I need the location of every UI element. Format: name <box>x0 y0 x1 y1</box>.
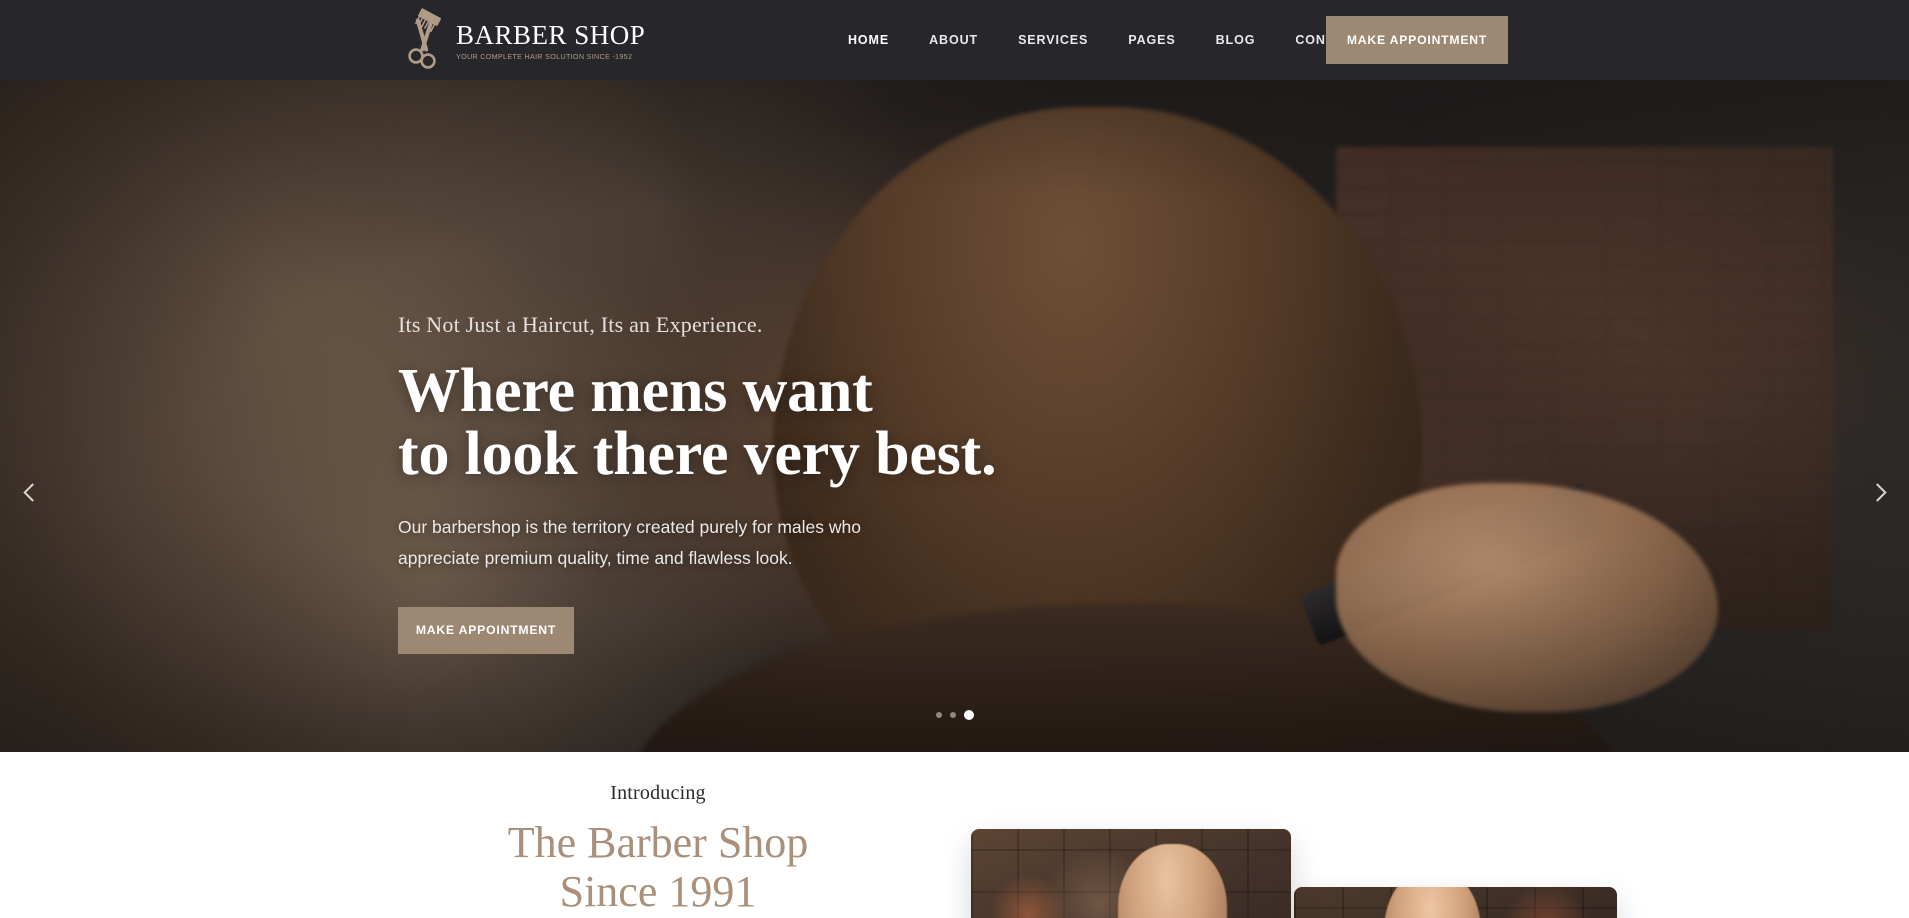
intro-title-line-2: Since 1991 <box>559 867 757 917</box>
page-root: BARBER SHOP YOUR COMPLETE HAIR SOLUTION … <box>0 0 1909 918</box>
comb-scissors-icon <box>398 8 450 70</box>
hero-prev-button[interactable] <box>12 472 52 512</box>
logo-title: BARBER SHOP <box>456 19 646 50</box>
nav-item-home[interactable]: HOME <box>828 33 909 47</box>
logo-tagline: YOUR COMPLETE HAIR SOLUTION SINCE -1952 <box>456 51 633 61</box>
hero-eyebrow: Its Not Just a Haircut, Its an Experienc… <box>398 312 763 337</box>
hero-dot-1[interactable] <box>935 712 942 718</box>
hero-dot-3[interactable] <box>963 710 974 720</box>
intro-section: Introducing The Barber Shop Since 1991 <box>0 752 1909 918</box>
hero-title-line-2: to look there very best. <box>398 420 997 489</box>
hero-description: Our barbershop is the territory created … <box>398 517 861 569</box>
nav-item-about[interactable]: ABOUT <box>909 33 998 47</box>
header-make-appointment-button[interactable]: MAKE APPOINTMENT <box>1326 16 1508 64</box>
intro-title-line-1: The Barber Shop <box>507 818 809 867</box>
intro-copy: Introducing The Barber Shop Since 1991 <box>398 782 918 917</box>
hero-title: Where mens want to look there very best. <box>398 357 997 489</box>
chevron-right-icon <box>1867 482 1887 502</box>
chevron-left-icon <box>22 482 42 502</box>
intro-title: The Barber Shop Since 1991 <box>398 818 918 917</box>
hero-next-button[interactable] <box>1857 472 1897 512</box>
hero-make-appointment-button[interactable]: MAKE APPOINTMENT <box>398 606 574 654</box>
nav-item-services[interactable]: SERVICES <box>998 33 1108 47</box>
main-navigation: HOME ABOUT SERVICES PAGES BLOG CONTACT <box>828 0 1382 80</box>
logo-text-block: BARBER SHOP YOUR COMPLETE HAIR SOLUTION … <box>456 18 645 60</box>
nav-item-pages[interactable]: PAGES <box>1108 33 1195 47</box>
site-logo[interactable]: BARBER SHOP YOUR COMPLETE HAIR SOLUTION … <box>398 8 645 70</box>
hero-title-line-1: Where mens want <box>398 357 873 425</box>
intro-eyebrow: Introducing <box>610 782 706 804</box>
hero-slider: Its Not Just a Haircut, Its an Experienc… <box>0 80 1909 752</box>
intro-photo-secondary <box>1294 887 1617 918</box>
hero-dot-2[interactable] <box>949 712 956 718</box>
hero-content: Its Not Just a Haircut, Its an Experienc… <box>398 312 997 654</box>
intro-photo-primary <box>971 829 1291 918</box>
intro-photo-group <box>971 829 1671 918</box>
site-header: BARBER SHOP YOUR COMPLETE HAIR SOLUTION … <box>0 0 1909 80</box>
hero-pagination-dots <box>935 710 974 720</box>
nav-item-blog[interactable]: BLOG <box>1196 33 1276 47</box>
